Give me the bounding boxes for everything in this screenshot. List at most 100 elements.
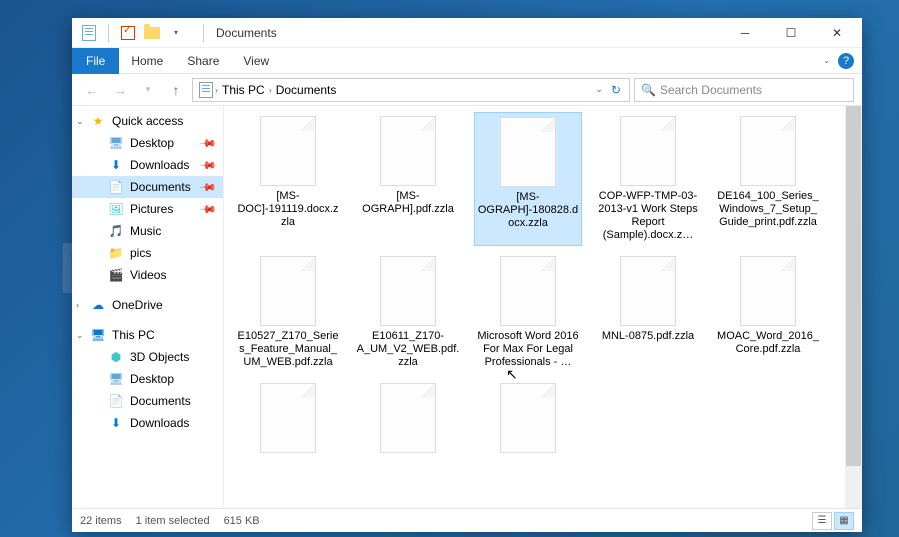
nav-pictures[interactable]: 🖼 Pictures 📌 [72, 198, 223, 220]
nav-downloads[interactable]: ⬇Downloads📌 [72, 154, 223, 176]
item-count: 22 items [80, 515, 122, 527]
help-icon[interactable]: ? [838, 53, 854, 69]
star-icon: ★ [90, 113, 106, 129]
file-item[interactable] [234, 379, 342, 461]
file-item[interactable]: DE164_100_Series_Windows_7_Setup_Guide_p… [714, 112, 822, 246]
nav-quick-access[interactable]: ⌄ ★ Quick access [72, 110, 223, 132]
selection-info: 1 item selected [136, 515, 210, 527]
file-name: [MS-OGRAPH]-180828.docx.zzla [477, 191, 579, 230]
file-item[interactable]: [MS-OGRAPH]-180828.docx.zzla [474, 112, 582, 246]
file-item[interactable] [354, 379, 462, 461]
file-item[interactable]: E10611_Z170-A_UM_V2_WEB.pdf.zzla [354, 252, 462, 373]
nav-this-pc[interactable]: ⌄ 🖥 This PC [72, 324, 223, 346]
nav-onedrive[interactable]: ›☁OneDrive [72, 294, 223, 316]
pin-icon: 📌 [199, 178, 218, 197]
selection-size: 615 KB [224, 515, 260, 527]
downloads-icon: ⬇ [108, 157, 124, 173]
chevron-down-icon[interactable]: ⌄ [76, 330, 84, 341]
nav-music[interactable]: 🎵Music [72, 220, 223, 242]
search-input[interactable]: 🔍 Search Documents [634, 78, 854, 102]
quick-access-toolbar: ▾ [80, 24, 208, 42]
document-icon[interactable] [80, 24, 98, 42]
music-icon: 🎵 [108, 223, 124, 239]
nav-videos[interactable]: 🎬Videos [72, 264, 223, 286]
thispc-icon: 🖥 [90, 327, 106, 343]
share-tab[interactable]: Share [175, 50, 231, 72]
file-name: E10611_Z170-A_UM_V2_WEB.pdf.zzla [356, 330, 460, 369]
file-item[interactable]: [MS-DOC]-191119.docx.zzla [234, 112, 342, 246]
file-name: COP-WFP-TMP-03-2013-v1 Work Steps Report… [596, 190, 700, 242]
documents-icon: 📄 [108, 179, 124, 195]
onedrive-icon: ☁ [90, 297, 106, 313]
navigation-pane: ⌄ ★ Quick access 🖥Desktop📌 ⬇Downloads📌 📄… [72, 106, 224, 508]
pictures-icon: 🖼 [108, 201, 124, 217]
downloads-icon: ⬇ [108, 415, 124, 431]
properties-icon[interactable] [119, 24, 137, 42]
nav-documents-pc[interactable]: 📄 Documents [72, 390, 223, 412]
ribbon: File Home Share View ⌄ ? [72, 48, 862, 74]
file-icon [260, 116, 316, 186]
maximize-button[interactable]: ☐ [768, 18, 814, 48]
file-item[interactable]: [MS-OGRAPH].pdf.zzla [354, 112, 462, 246]
file-item[interactable]: MOAC_Word_2016_Core.pdf.zzla [714, 252, 822, 373]
refresh-icon[interactable]: ↻ [607, 83, 625, 97]
file-item[interactable]: MNL-0875.pdf.zzla [594, 252, 702, 373]
nav-label: Pictures [130, 202, 173, 216]
address-bar-row: ← → ▾ ↑ › This PC › Documents ⌄ ↻ 🔍 Sear… [72, 74, 862, 106]
file-icon [620, 116, 676, 186]
nav-desktop[interactable]: 🖥Desktop📌 [72, 132, 223, 154]
folder-icon[interactable] [143, 24, 161, 42]
file-icon [380, 256, 436, 326]
details-view-button[interactable]: ☰ [812, 512, 832, 530]
icons-view-button[interactable]: ▦ [834, 512, 854, 530]
file-item[interactable]: COP-WFP-TMP-03-2013-v1 Work Steps Report… [594, 112, 702, 246]
breadcrumb-documents[interactable]: Documents [272, 83, 341, 97]
nav-label: pics [130, 246, 151, 260]
nav-pics[interactable]: 📁pics [72, 242, 223, 264]
breadcrumb-thispc[interactable]: This PC [218, 83, 269, 97]
address-dropdown-icon[interactable]: ⌄ [591, 84, 607, 95]
content-pane[interactable]: [MS-DOC]-191119.docx.zzla [MS-OGRAPH].pd… [224, 106, 862, 508]
file-icon [500, 383, 556, 453]
view-tab[interactable]: View [231, 50, 281, 72]
back-button[interactable]: ← [80, 78, 104, 102]
recent-dropdown[interactable]: ▾ [136, 78, 160, 102]
status-bar: 22 items 1 item selected 615 KB ☰ ▦ [72, 508, 862, 532]
file-tab[interactable]: File [72, 48, 119, 74]
nav-label: Documents [130, 180, 191, 194]
chevron-right-icon[interactable]: › [76, 300, 79, 310]
pin-icon: 📌 [199, 156, 218, 175]
window-controls: ─ ☐ ✕ [722, 18, 860, 48]
file-item[interactable]: Microsoft Word 2016 For Max For Legal Pr… [474, 252, 582, 373]
file-name: Microsoft Word 2016 For Max For Legal Pr… [476, 330, 580, 369]
scrollbar-thumb[interactable] [846, 106, 861, 466]
pin-icon: 📌 [199, 200, 218, 219]
nav-label: 3D Objects [130, 350, 189, 364]
chevron-down-icon[interactable]: ⌄ [76, 116, 84, 127]
minimize-button[interactable]: ─ [722, 18, 768, 48]
nav-downloads-pc[interactable]: ⬇Downloads [72, 412, 223, 434]
home-tab[interactable]: Home [119, 50, 175, 72]
qat-dropdown-icon[interactable]: ▾ [167, 24, 185, 42]
file-item[interactable]: E10527_Z170_Series_Feature_Manual_UM_WEB… [234, 252, 342, 373]
nav-desktop-pc[interactable]: 🖥Desktop [72, 368, 223, 390]
nav-documents[interactable]: 📄 Documents 📌 [72, 176, 223, 198]
main-body: ⌄ ★ Quick access 🖥Desktop📌 ⬇Downloads📌 📄… [72, 106, 862, 508]
file-icon [740, 256, 796, 326]
close-button[interactable]: ✕ [814, 18, 860, 48]
address-bar[interactable]: › This PC › Documents ⌄ ↻ [192, 78, 630, 102]
nav-label: This PC [112, 328, 155, 342]
scrollbar[interactable] [845, 106, 862, 508]
search-placeholder: Search Documents [660, 83, 762, 97]
nav-label: Documents [130, 394, 191, 408]
ribbon-expand-icon[interactable]: ⌄ [823, 56, 830, 65]
up-button[interactable]: ↑ [164, 78, 188, 102]
forward-button[interactable]: → [108, 78, 132, 102]
nav-label: Desktop [130, 136, 174, 150]
explorer-window: ▾ Documents ─ ☐ ✕ File Home Share View ⌄… [72, 18, 862, 532]
file-icon [500, 117, 556, 187]
documents-icon: 📄 [108, 393, 124, 409]
nav-3d-objects[interactable]: ⬢3D Objects [72, 346, 223, 368]
view-buttons: ☰ ▦ [812, 512, 854, 530]
file-item[interactable] [474, 379, 582, 461]
